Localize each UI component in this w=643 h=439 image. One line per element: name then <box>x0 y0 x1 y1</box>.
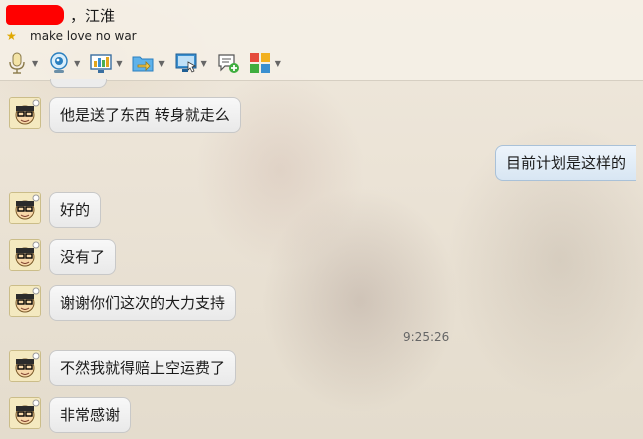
remote-desktop-button[interactable]: ▼ <box>175 52 207 74</box>
message-row: 谢谢你们这次的大力支持 <box>9 285 237 321</box>
microphone-icon <box>6 52 28 74</box>
apps-button[interactable]: ▼ <box>249 52 281 74</box>
contact-name-row: ，江淮 <box>6 4 115 26</box>
webcam-icon <box>48 52 70 74</box>
avatar[interactable] <box>9 350 41 382</box>
message-row: 非常感谢 <box>9 397 132 433</box>
previous-message-bubble <box>50 79 107 88</box>
message-row-self: 目前计划是这样的 <box>495 145 637 181</box>
video-call-button[interactable]: ▼ <box>48 52 80 74</box>
avatar[interactable] <box>9 192 41 224</box>
message-bubble[interactable]: 好的 <box>49 192 102 228</box>
avatar[interactable] <box>9 285 41 317</box>
message-bubble[interactable]: 非常感谢 <box>49 397 132 433</box>
voice-call-button[interactable]: ▼ <box>6 52 38 74</box>
message-bubble[interactable]: 他是送了东西 转身就走么 <box>49 97 241 133</box>
new-discussion-icon <box>217 52 239 74</box>
message-bubble[interactable]: 谢谢你们这次的大力支持 <box>49 285 237 321</box>
message-bubble[interactable]: 不然我就得赔上空运费了 <box>49 350 237 386</box>
message-row: 他是送了东西 转身就走么 <box>9 97 241 133</box>
avatar[interactable] <box>9 97 41 129</box>
chevron-down-icon[interactable]: ▼ <box>74 59 80 68</box>
send-file-icon <box>132 52 154 74</box>
message-bubble[interactable]: 没有了 <box>49 239 117 275</box>
avatar[interactable] <box>9 239 41 271</box>
avatar[interactable] <box>9 397 41 429</box>
new-discussion-button[interactable] <box>217 52 239 74</box>
apps-grid-icon <box>249 52 271 74</box>
message-bubble-self[interactable]: 目前计划是这样的 <box>495 145 637 181</box>
chevron-down-icon[interactable]: ▼ <box>32 59 38 68</box>
message-row: 不然我就得赔上空运费了 <box>9 350 237 386</box>
message-timestamp: 9:25:26 <box>403 330 450 344</box>
contact-name[interactable]: ，江淮 <box>70 5 115 26</box>
chevron-down-icon[interactable]: ▼ <box>201 59 207 68</box>
chat-header: ，江淮 ★ make love no war ▼ ▼ ▼ ▼ ▼ ▼ <box>0 0 643 81</box>
message-row: 好的 <box>9 192 102 228</box>
remote-desktop-icon <box>175 52 197 74</box>
redacted-name <box>6 5 64 25</box>
screen-share-icon <box>90 52 113 74</box>
chat-toolbar: ▼ ▼ ▼ ▼ ▼ ▼ <box>6 50 291 76</box>
chevron-down-icon[interactable]: ▼ <box>116 59 122 68</box>
screen-share-button[interactable]: ▼ <box>90 52 122 74</box>
star-icon: ★ <box>6 29 17 43</box>
contact-signature: make love no war <box>30 29 137 43</box>
send-file-button[interactable]: ▼ <box>132 52 165 74</box>
contact-signature-row: ★ make love no war <box>6 28 137 44</box>
message-row: 没有了 <box>9 239 117 275</box>
chevron-down-icon[interactable]: ▼ <box>275 59 281 68</box>
chevron-down-icon[interactable]: ▼ <box>158 59 164 68</box>
